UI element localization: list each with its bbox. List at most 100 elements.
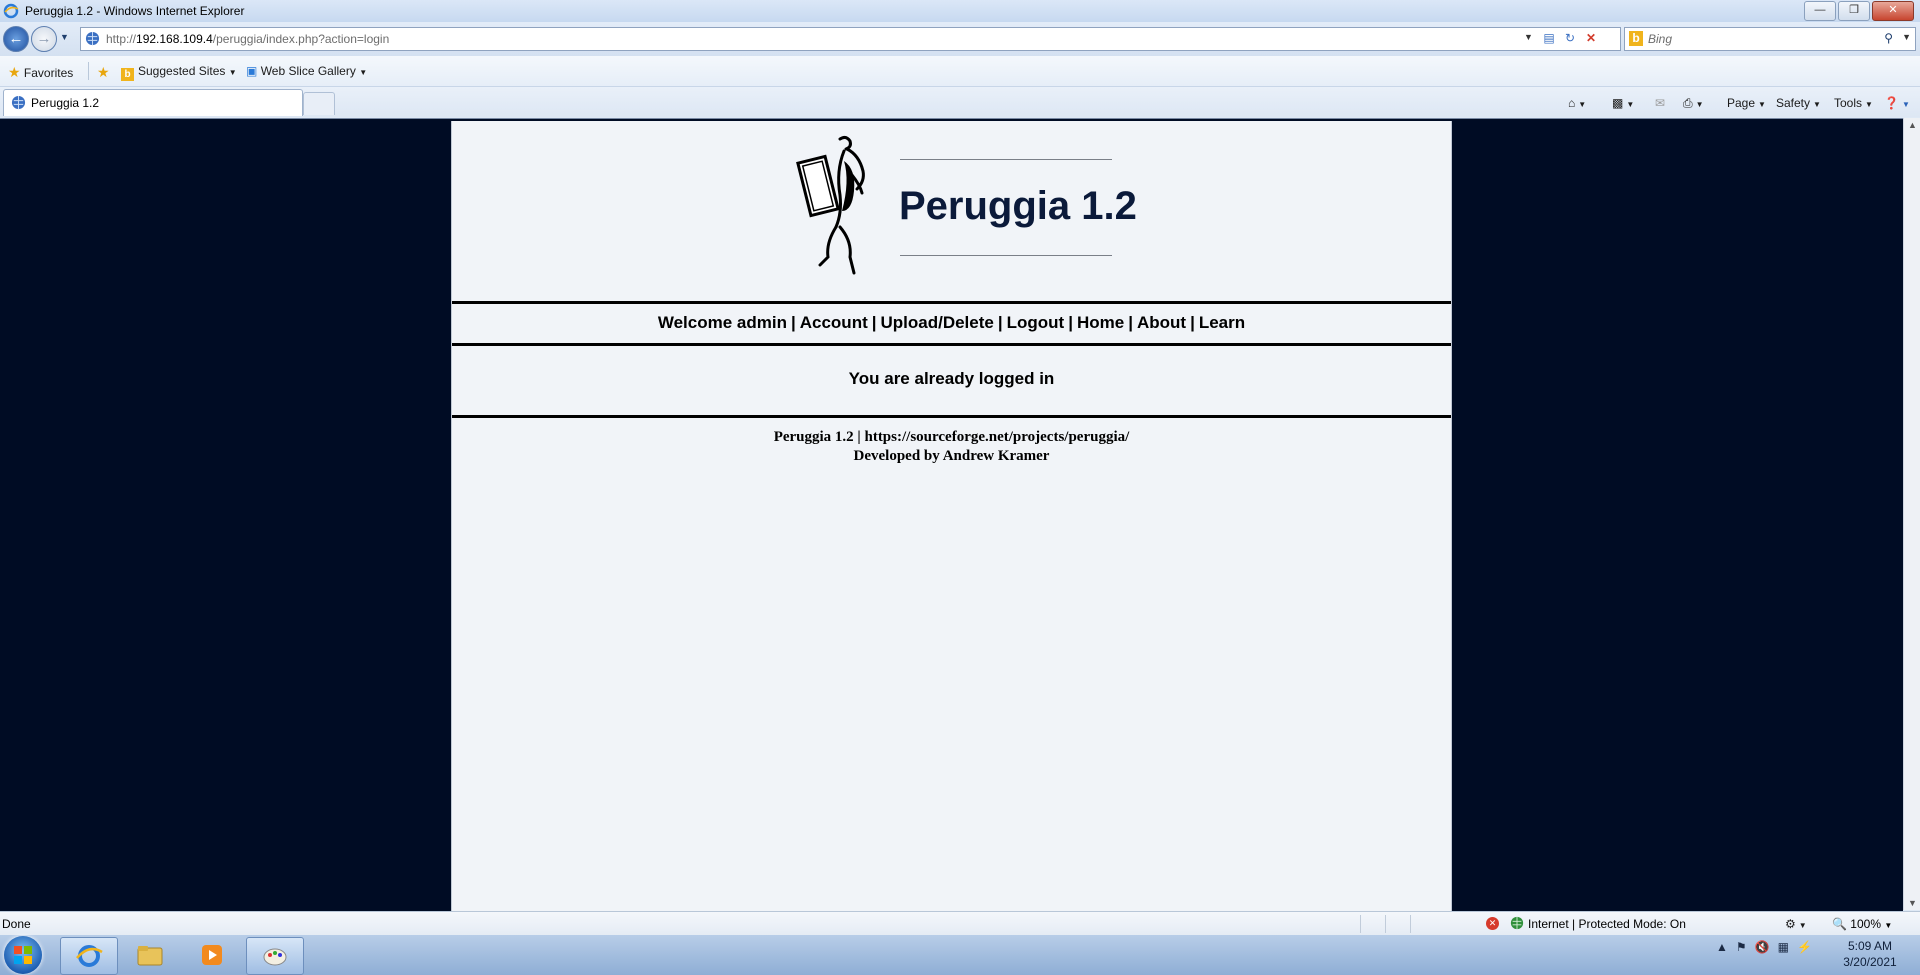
rss-icon: ▩ (1612, 96, 1624, 110)
taskbar-paint[interactable] (246, 937, 304, 975)
feeds-button[interactable]: ▩ ▼ (1612, 96, 1634, 110)
action-center-icon[interactable]: ⚑ (1736, 940, 1747, 954)
nav-upload-delete-link[interactable]: Upload/Delete (881, 313, 994, 332)
zoom-level[interactable]: 🔍 100% ▼ (1832, 917, 1892, 931)
help-icon: ❓ (1884, 96, 1899, 110)
add-to-favorites-bar-button[interactable]: ★ (97, 64, 110, 81)
title-divider-bottom (900, 255, 1112, 256)
divider (1410, 915, 1411, 933)
tab-peruggia[interactable]: Peruggia 1.2 (3, 89, 303, 116)
refresh-icon[interactable]: ↻ (1560, 30, 1580, 47)
site-container: Peruggia 1.2 Welcome admin | Account | Uploa… (451, 121, 1452, 911)
status-message: You are already logged in (848, 369, 1055, 388)
safety-menu[interactable]: Safety ▼ (1776, 96, 1821, 110)
read-mail-button[interactable]: ✉ (1655, 96, 1665, 110)
search-options-dropdown-icon[interactable]: ▼ (1902, 32, 1911, 42)
divider (88, 62, 89, 80)
footer-author-line: Developed by Andrew Kramer (853, 448, 1050, 464)
bing-icon: b (1629, 31, 1643, 46)
nav-account-link[interactable]: Account (800, 313, 868, 332)
media-player-icon (202, 945, 222, 965)
paint-palette-icon (263, 948, 287, 966)
taskbar-internet-explorer[interactable] (60, 937, 118, 975)
taskbar-media-player[interactable] (184, 937, 240, 973)
tab-row: Peruggia 1.2 ⌂ ▼ ▩ ▼ ✉ ⎙ ▼ Page ▼ Safety ▼ To… (0, 87, 1920, 117)
network-icon[interactable]: ▦ (1778, 940, 1789, 954)
scroll-down-arrow-icon[interactable]: ▼ (1908, 898, 1917, 908)
internet-explorer-icon (76, 945, 103, 967)
vertical-scrollbar[interactable]: ▲ ▼ (1903, 118, 1920, 910)
zoom-icon: 🔍 (1832, 917, 1847, 931)
scroll-up-arrow-icon[interactable]: ▲ (1908, 120, 1917, 130)
nav-home-link[interactable]: Home (1077, 313, 1124, 332)
page-menu[interactable]: Page ▼ (1727, 96, 1766, 110)
welcome-text: Welcome admin (657, 313, 787, 332)
taskbar-windows-explorer[interactable] (122, 937, 178, 973)
favorites-button[interactable]: ★ Favorites (8, 64, 73, 81)
window-title-bar: Peruggia 1.2 - Windows Internet Explorer… (0, 0, 1920, 22)
home-button[interactable]: ⌂ ▼ (1568, 96, 1586, 110)
tab-label: Peruggia 1.2 (31, 96, 100, 110)
web-slice-gallery-link[interactable]: ▣ Web Slice Gallery ▼ (246, 64, 367, 78)
home-icon: ⌂ (1568, 96, 1576, 110)
compatibility-view-icon[interactable]: ▤ (1539, 30, 1559, 47)
print-button[interactable]: ⎙ ▼ (1683, 96, 1704, 111)
footer-project-line: Peruggia 1.2 | https://sourceforge.net/p… (773, 429, 1130, 445)
nav-learn-link[interactable]: Learn (1199, 313, 1245, 332)
help-button[interactable]: ❓ ▼ (1884, 96, 1910, 110)
new-tab-button[interactable] (303, 92, 335, 115)
start-button[interactable] (4, 936, 42, 974)
footer-rule (452, 415, 1451, 418)
search-box[interactable]: b Bing ⚲ ▼ (1624, 27, 1916, 51)
clock-time: 5:09 AM (1847, 939, 1893, 953)
site-header: Peruggia 1.2 (452, 121, 1451, 301)
search-icon[interactable]: ⚲ (1884, 31, 1893, 45)
taskbar-clock[interactable]: 5:09 AM 3/20/2021 (1830, 938, 1910, 970)
stop-icon[interactable]: ✕ (1581, 30, 1601, 47)
back-button[interactable]: ← (3, 26, 29, 52)
page-globe-icon (85, 31, 100, 46)
divider (1385, 915, 1386, 933)
suggested-sites-link[interactable]: b Suggested Sites ▼ (121, 64, 237, 81)
printer-icon: ⎙ (1683, 96, 1693, 110)
add-favorite-icon: ★ (97, 64, 110, 80)
recent-pages-dropdown[interactable]: ▼ (60, 32, 69, 42)
search-placeholder: Bing (1648, 32, 1673, 46)
forward-button[interactable]: → (31, 26, 57, 52)
restore-button[interactable]: ❐ (1838, 1, 1870, 21)
show-hidden-icons-icon[interactable]: ▲ (1716, 940, 1728, 954)
divider (1360, 915, 1361, 933)
privacy-report-icon[interactable]: ⚙ ▼ (1785, 917, 1807, 931)
nav-logout-link[interactable]: Logout (1007, 313, 1065, 332)
nav-bottom-rule (452, 343, 1451, 346)
mail-icon: ✉ (1655, 96, 1666, 110)
status-bar: Done ✕ Internet | Protected Mode: On ⚙ ▼ … (0, 911, 1920, 936)
address-url[interactable]: http://192.168.109.4/peruggia/index.php?… (106, 32, 389, 46)
blocked-content-icon[interactable]: ✕ (1486, 917, 1499, 930)
nav-about-link[interactable]: About (1137, 313, 1186, 332)
favorites-star-icon: ★ (8, 64, 21, 80)
window-title: Peruggia 1.2 - Windows Internet Explorer (25, 4, 245, 18)
browser-viewport: Peruggia 1.2 Welcome admin | Account | Uploa… (0, 118, 1903, 911)
favorites-bar: ★ Favorites ★ b Suggested Sites ▼ ▣ Web S… (0, 56, 1920, 87)
chevron-down-icon: ▼ (359, 68, 368, 77)
internet-zone-globe-icon (1510, 916, 1524, 930)
close-button[interactable]: ✕ (1872, 1, 1914, 21)
folder-icon (137, 946, 163, 966)
volume-muted-icon[interactable]: 🔇 (1755, 940, 1770, 954)
security-zone-label[interactable]: Internet | Protected Mode: On (1528, 917, 1686, 931)
site-title: Peruggia 1.2 (899, 184, 1137, 228)
peruggia-thief-logo (796, 135, 865, 275)
windows-taskbar: ▲ ⚑ 🔇 ▦ ⚡ 5:09 AM 3/20/2021 (0, 935, 1920, 975)
title-divider-top (900, 159, 1112, 160)
power-icon[interactable]: ⚡ (1797, 940, 1812, 954)
minimize-button[interactable]: — (1804, 1, 1836, 21)
address-bar[interactable]: http://192.168.109.4/peruggia/index.php?… (80, 27, 1621, 51)
ie-page-icon: ▣ (246, 64, 258, 78)
windows-logo-icon (14, 946, 32, 964)
site-nav: Welcome admin | Account | Upload/Delete | Logo… (657, 313, 1246, 332)
clock-date: 3/20/2021 (1843, 955, 1897, 969)
tools-menu[interactable]: Tools ▼ (1834, 96, 1873, 110)
address-dropdown-icon[interactable]: ▼ (1524, 32, 1533, 42)
site-footer: Peruggia 1.2 | https://sourceforge.net/p… (452, 428, 1451, 466)
